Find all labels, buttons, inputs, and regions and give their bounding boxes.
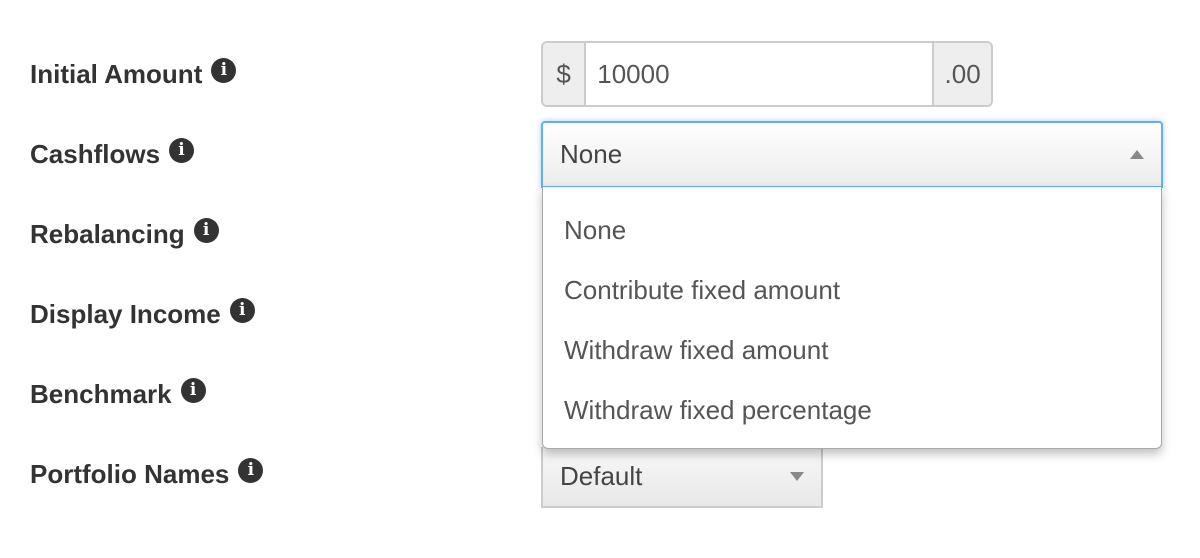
cashflows-option-contribute-fixed-amount[interactable]: Contribute fixed amount [543,260,1161,320]
backtest-settings-form: Initial Amount i Cashflows i Rebalancing… [0,0,1200,558]
display-income-label: Display Income [30,298,221,329]
info-icon[interactable]: i [169,137,195,163]
rebalancing-label: Rebalancing [30,218,185,249]
initial-amount-label-row: Initial Amount i [30,57,237,91]
info-icon[interactable]: i [211,57,237,83]
initial-amount-input-group: $ .00 [541,41,993,107]
cashflows-option-withdraw-fixed-percentage[interactable]: Withdraw fixed percentage [543,380,1161,440]
display-income-label-row: Display Income i [30,297,255,331]
chevron-up-icon [1130,150,1144,159]
info-icon[interactable]: i [193,217,219,243]
cashflows-dropdown: None Contribute fixed amount Withdraw fi… [542,187,1162,449]
rebalancing-label-row: Rebalancing i [30,217,219,251]
chevron-down-icon [790,472,804,481]
cashflows-selected: None [560,139,623,169]
cashflows-label: Cashflows [30,138,161,169]
portfolio-names-label: Portfolio Names [30,458,230,489]
currency-prefix: $ [543,43,587,105]
cashflows-select[interactable]: None [541,121,1163,188]
benchmark-label-row: Benchmark i [30,377,206,411]
cents-suffix: .00 [932,43,991,105]
portfolio-names-selected: Default [560,461,643,491]
initial-amount-label: Initial Amount [30,58,203,89]
initial-amount-input[interactable] [586,43,933,105]
info-icon[interactable]: i [180,377,206,403]
portfolio-names-label-row: Portfolio Names i [30,457,264,491]
info-icon[interactable]: i [229,297,255,323]
cashflows-option-withdraw-fixed-amount[interactable]: Withdraw fixed amount [543,320,1161,380]
portfolio-names-select[interactable]: Default [541,447,823,508]
benchmark-label: Benchmark [30,378,172,409]
cashflows-label-row: Cashflows i [30,137,195,171]
info-icon[interactable]: i [238,457,264,483]
cashflows-option-none[interactable]: None [543,200,1161,260]
